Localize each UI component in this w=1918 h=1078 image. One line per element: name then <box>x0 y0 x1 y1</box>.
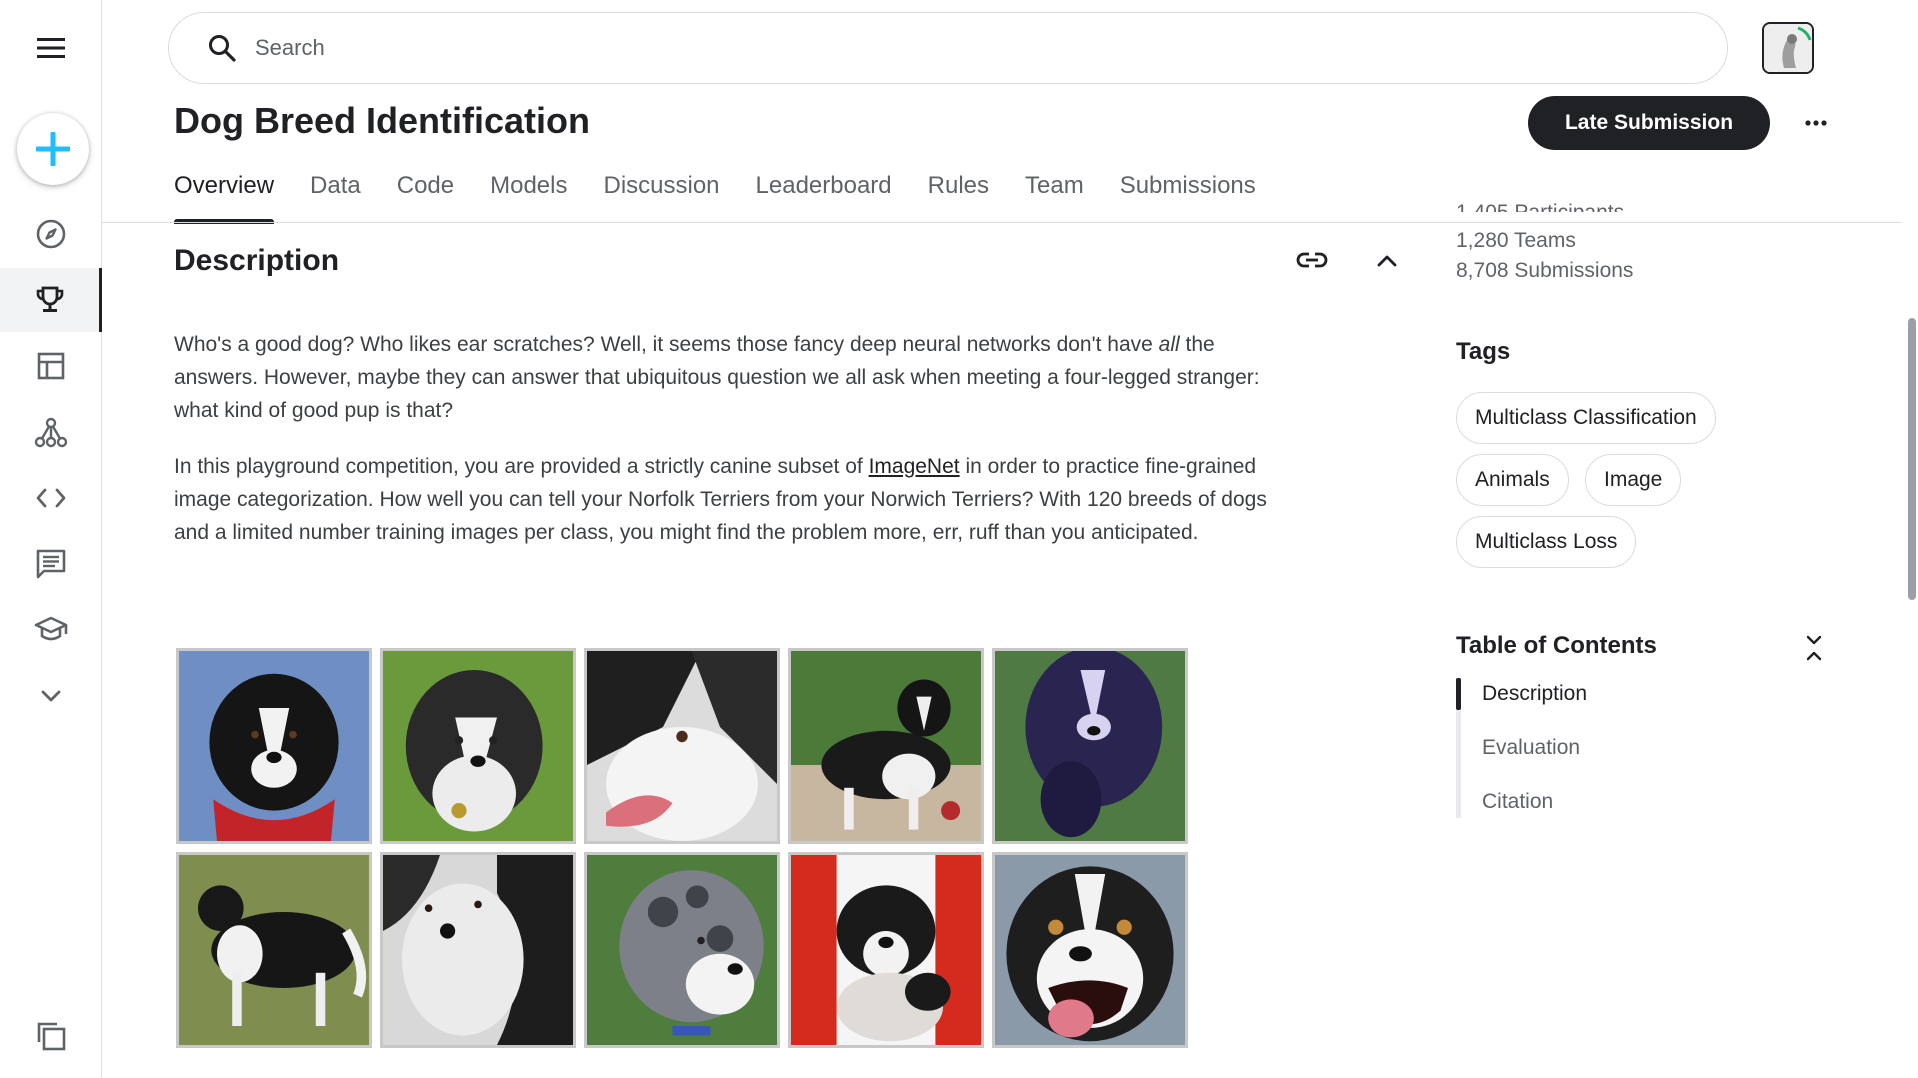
trophy-icon <box>36 286 63 312</box>
nav-discussions[interactable] <box>0 532 102 596</box>
teams-count: 1,280 Teams <box>1456 229 1576 252</box>
tab-rules[interactable]: Rules <box>928 168 989 224</box>
dog-photo <box>380 852 576 1048</box>
tab-leaderboard[interactable]: Leaderboard <box>756 168 892 224</box>
scrollbar-thumb[interactable] <box>1908 318 1916 600</box>
tag-chip[interactable]: Multiclass Loss <box>1456 516 1637 568</box>
toc-heading: Table of Contents <box>1456 632 1657 659</box>
collapse-all-icon <box>1806 635 1822 661</box>
nav-explore[interactable] <box>0 202 102 266</box>
competition-tabs: Overview Data Code Models Discussion Lea… <box>174 168 1292 224</box>
late-submission-button[interactable]: Late Submission <box>1528 96 1770 150</box>
emphasis-text: all <box>1158 333 1180 356</box>
tab-team[interactable]: Team <box>1025 168 1084 224</box>
paragraph-text: In this playground competition, you are … <box>174 455 869 478</box>
copy-link-button[interactable] <box>1294 246 1330 274</box>
tag-chip[interactable]: Multiclass Classification <box>1456 392 1716 444</box>
tab-overview[interactable]: Overview <box>174 168 275 224</box>
dog-photo <box>992 852 1188 1048</box>
code-icon <box>36 488 66 508</box>
description-paragraph-1: Who's a good dog? Who likes ear scratche… <box>174 328 1294 427</box>
tab-models[interactable]: Models <box>490 168 567 224</box>
toc-active-indicator <box>1456 678 1461 710</box>
tags-heading: Tags <box>1456 338 1511 365</box>
dog-photo <box>176 852 372 1048</box>
imagenet-link[interactable]: ImageNet <box>869 455 960 478</box>
create-button[interactable] <box>17 113 89 185</box>
nav-models[interactable] <box>0 400 102 464</box>
search-input[interactable] <box>255 35 1655 61</box>
dog-photo <box>380 648 576 844</box>
nav-competitions[interactable] <box>0 268 102 332</box>
left-nav-rail <box>0 0 102 1078</box>
competition-stats: 1,405 Participants 1,280 Teams 8,708 Sub… <box>1456 201 1634 286</box>
more-options-button[interactable] <box>1796 106 1836 140</box>
participants-count: 1,405 Participants <box>1456 198 1633 212</box>
dog-photo <box>584 852 780 1048</box>
toc-collapse-button[interactable] <box>1798 632 1830 664</box>
table-icon <box>37 352 65 380</box>
toc-item-description[interactable]: Description <box>1482 682 1587 706</box>
section-heading-description: Description <box>174 244 340 277</box>
tag-chip[interactable]: Image <box>1585 454 1682 506</box>
dog-photo <box>992 648 1188 844</box>
compass-icon <box>36 219 66 249</box>
search-bar[interactable] <box>168 12 1728 84</box>
chevron-down-icon <box>41 690 61 702</box>
nav-recently-viewed[interactable] <box>0 1004 102 1068</box>
submissions-count: 8,708 Submissions <box>1456 259 1634 282</box>
tag-chip[interactable]: Animals <box>1456 454 1569 506</box>
school-icon <box>34 616 68 641</box>
dog-photo <box>584 648 780 844</box>
toc-item-evaluation[interactable]: Evaluation <box>1482 736 1580 760</box>
nav-datasets[interactable] <box>0 334 102 398</box>
page-title: Dog Breed Identification <box>174 100 591 141</box>
copy-icon <box>37 1022 66 1051</box>
dog-photo <box>788 648 984 844</box>
dog-photo <box>176 648 372 844</box>
collapse-section-button[interactable] <box>1372 246 1402 276</box>
chevron-up-icon <box>1377 255 1397 267</box>
dog-photo <box>788 852 984 1048</box>
menu-icon <box>37 38 65 58</box>
user-avatar[interactable] <box>1762 22 1814 74</box>
nav-code[interactable] <box>0 466 102 530</box>
models-icon <box>34 417 68 448</box>
toc-item-citation[interactable]: Citation <box>1482 790 1553 814</box>
tab-code[interactable]: Code <box>397 168 454 224</box>
tab-data[interactable]: Data <box>310 168 361 224</box>
menu-button[interactable] <box>0 16 102 80</box>
nav-more[interactable] <box>0 664 102 728</box>
more-horizontal-icon <box>1805 120 1827 126</box>
tab-submissions[interactable]: Submissions <box>1120 168 1256 224</box>
link-icon <box>1296 252 1328 268</box>
avatar-image <box>1764 24 1812 72</box>
nav-learn[interactable] <box>0 598 102 662</box>
plus-icon <box>36 132 70 166</box>
comment-icon <box>36 549 66 579</box>
dog-image-grid <box>176 648 1196 1052</box>
tab-discussion[interactable]: Discussion <box>603 168 719 224</box>
search-icon <box>209 35 236 62</box>
description-paragraph-2: In this playground competition, you are … <box>174 450 1294 549</box>
paragraph-text: Who's a good dog? Who likes ear scratche… <box>174 333 1159 356</box>
